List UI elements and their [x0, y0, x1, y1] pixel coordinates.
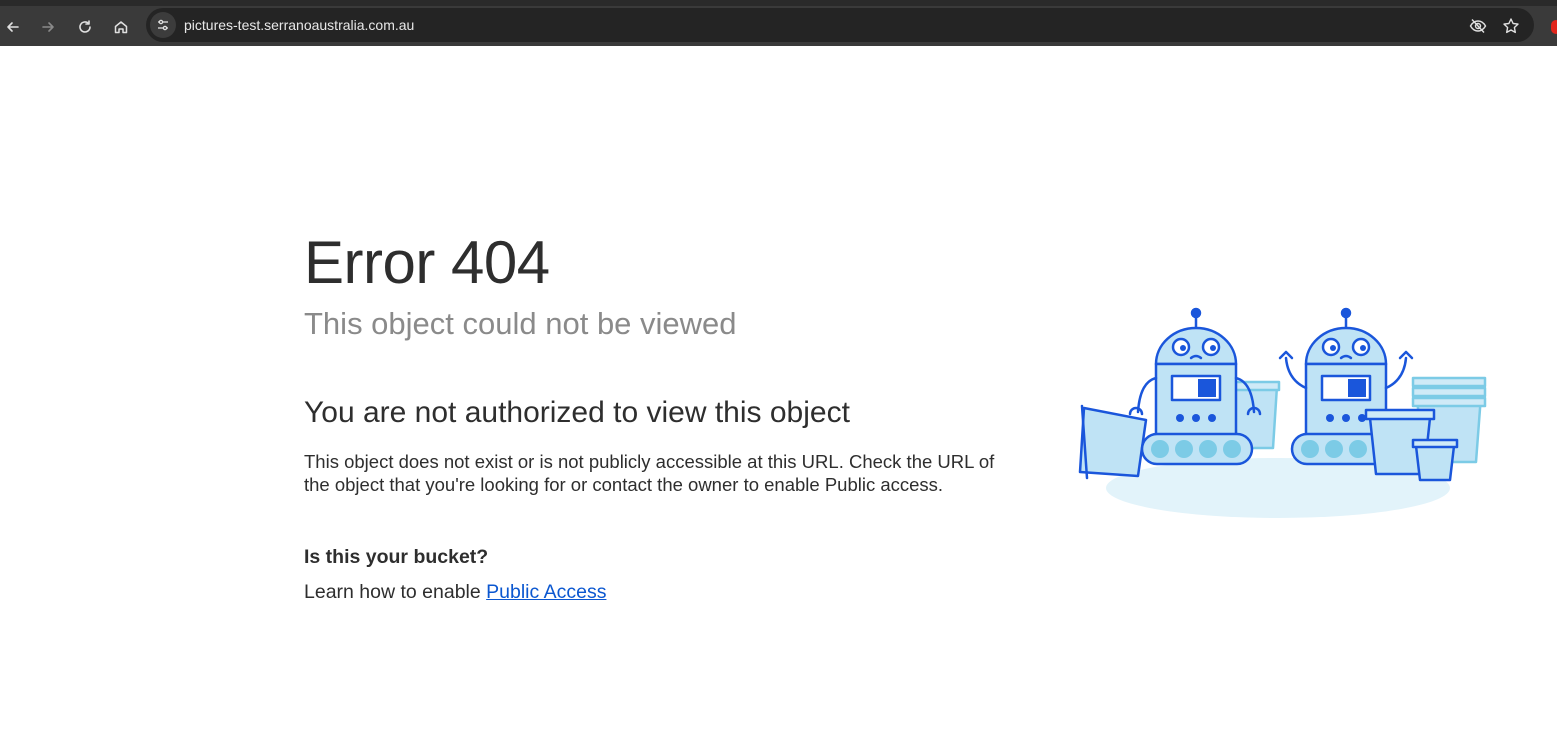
reload-button[interactable] [72, 14, 98, 40]
forward-arrow-icon [42, 22, 54, 32]
eye-off-icon [1469, 19, 1487, 33]
error-description: This object does not exist or is not pub… [304, 451, 995, 495]
learn-line: Learn how to enable Public Access [304, 581, 606, 604]
browser-toolbar: pictures-test.serranoaustralia.com.au [0, 0, 1557, 46]
site-info-button[interactable] [150, 12, 176, 38]
page-subtitle: This object could not be viewed [304, 306, 737, 341]
sad-robots-illustration [1078, 307, 1487, 518]
page-title: Error 404 [304, 229, 550, 296]
learn-prefix: Learn how to enable [304, 581, 487, 603]
site-settings-icon [158, 19, 168, 31]
public-access-link[interactable]: Public Access [486, 581, 606, 603]
url-text[interactable]: pictures-test.serranoaustralia.com.au [184, 17, 414, 33]
forward-button[interactable] [35, 14, 61, 40]
back-button[interactable] [0, 14, 26, 40]
bucket-question: Is this your bucket? [304, 546, 489, 568]
back-arrow-icon [7, 22, 19, 32]
tracking-protection-button[interactable] [1468, 16, 1488, 36]
reload-icon [79, 20, 91, 33]
home-icon [114, 21, 128, 34]
extension-icon[interactable] [1551, 20, 1557, 34]
bookmark-button[interactable] [1501, 16, 1521, 36]
error-heading: You are not authorized to view this obje… [304, 396, 850, 429]
home-button[interactable] [108, 14, 134, 40]
address-bar[interactable]: pictures-test.serranoaustralia.com.au [146, 8, 1534, 42]
star-icon [1503, 18, 1519, 34]
